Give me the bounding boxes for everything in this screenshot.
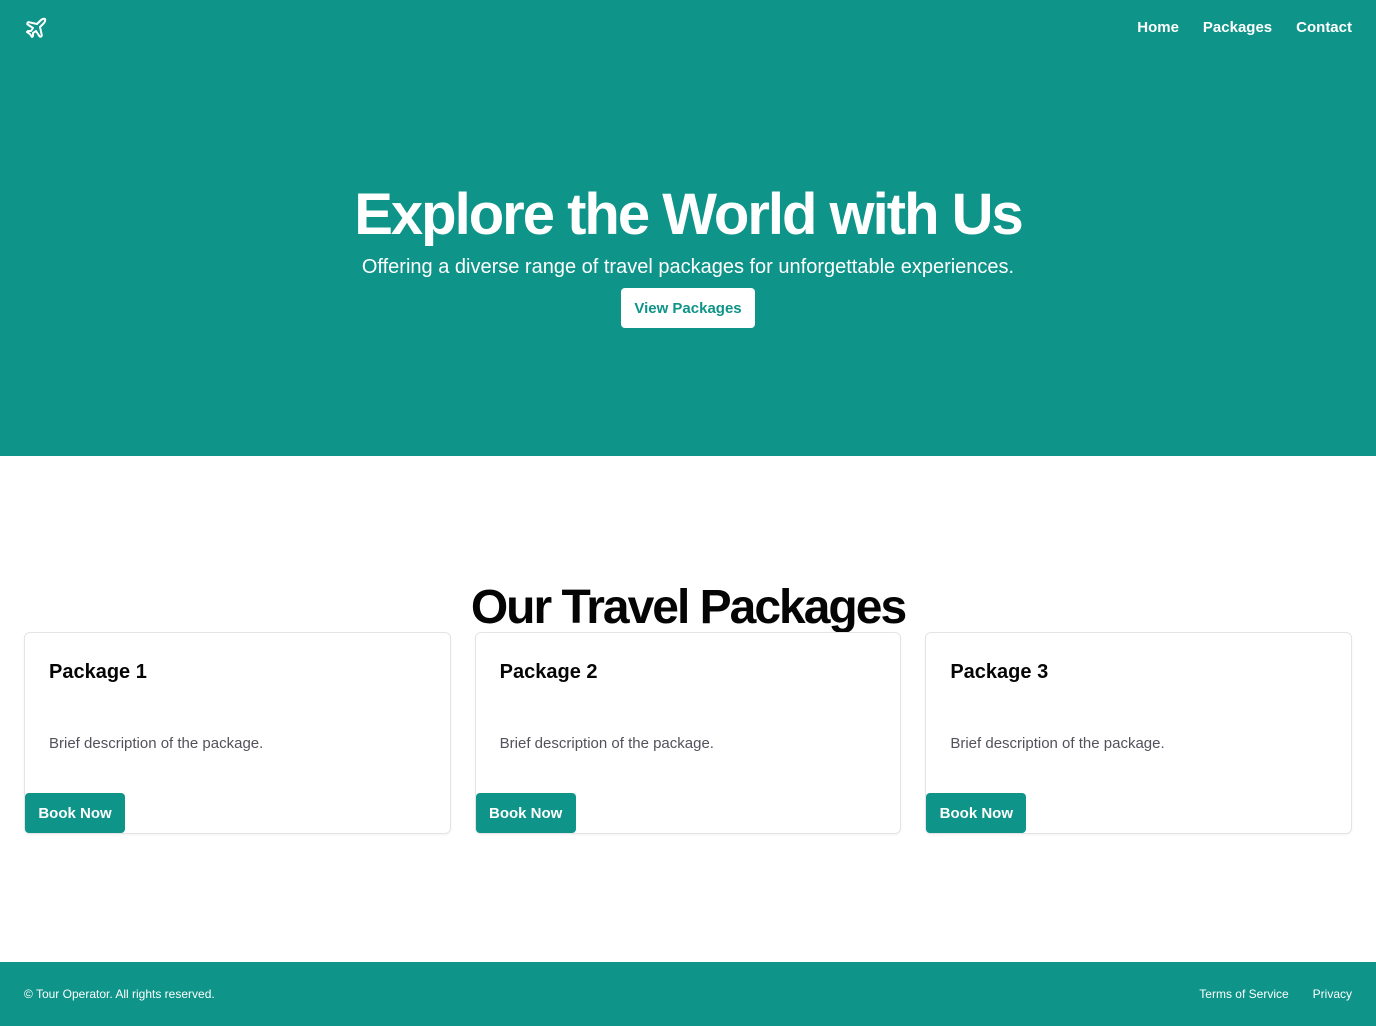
package-card-description: Brief description of the package. — [950, 735, 1165, 752]
privacy-link[interactable]: Privacy — [1313, 986, 1352, 1002]
view-packages-button[interactable]: View Packages — [621, 288, 755, 328]
package-card-description: Brief description of the package. — [499, 735, 714, 752]
footer-navigation: Terms of Service Privacy — [1199, 986, 1352, 1002]
package-card-title: Package 2 — [499, 661, 598, 683]
nav-link-contact[interactable]: Contact — [1296, 18, 1352, 38]
terms-of-service-link[interactable]: Terms of Service — [1199, 986, 1288, 1002]
top-navigation-bar: Home Packages Contact — [0, 0, 1376, 56]
book-now-button[interactable]: Book Now — [926, 793, 1027, 833]
nav-link-packages[interactable]: Packages — [1203, 18, 1272, 38]
package-card-title: Package 3 — [950, 661, 1049, 683]
main-navigation: Home Packages Contact — [1137, 18, 1352, 38]
book-now-button[interactable]: Book Now — [475, 793, 576, 833]
package-card: Package 2 Brief description of the packa… — [474, 632, 902, 834]
package-card: Package 1 Brief description of the packa… — [24, 632, 451, 834]
hero-section: Home Packages Contact Explore the World … — [0, 0, 1376, 456]
book-now-button[interactable]: Book Now — [25, 793, 125, 833]
plane-icon[interactable] — [24, 16, 48, 40]
package-card: Package 3 Brief description of the packa… — [925, 632, 1353, 834]
copyright-text: © Tour Operator. All rights reserved. — [24, 987, 215, 1001]
packages-section-title: Our Travel Packages — [470, 581, 907, 634]
nav-link-home[interactable]: Home — [1137, 18, 1179, 38]
package-card-description: Brief description of the package. — [49, 735, 264, 752]
hero-title: Explore the World with Us — [354, 182, 1024, 247]
package-card-title: Package 1 — [49, 661, 147, 683]
site-footer: © Tour Operator. All rights reserved. Te… — [0, 962, 1376, 1026]
package-card-list: Package 1 Brief description of the packa… — [24, 632, 1353, 834]
page: Home Packages Contact Explore the World … — [0, 0, 1376, 1026]
hero-subtitle: Offering a diverse range of travel packa… — [361, 256, 1015, 278]
